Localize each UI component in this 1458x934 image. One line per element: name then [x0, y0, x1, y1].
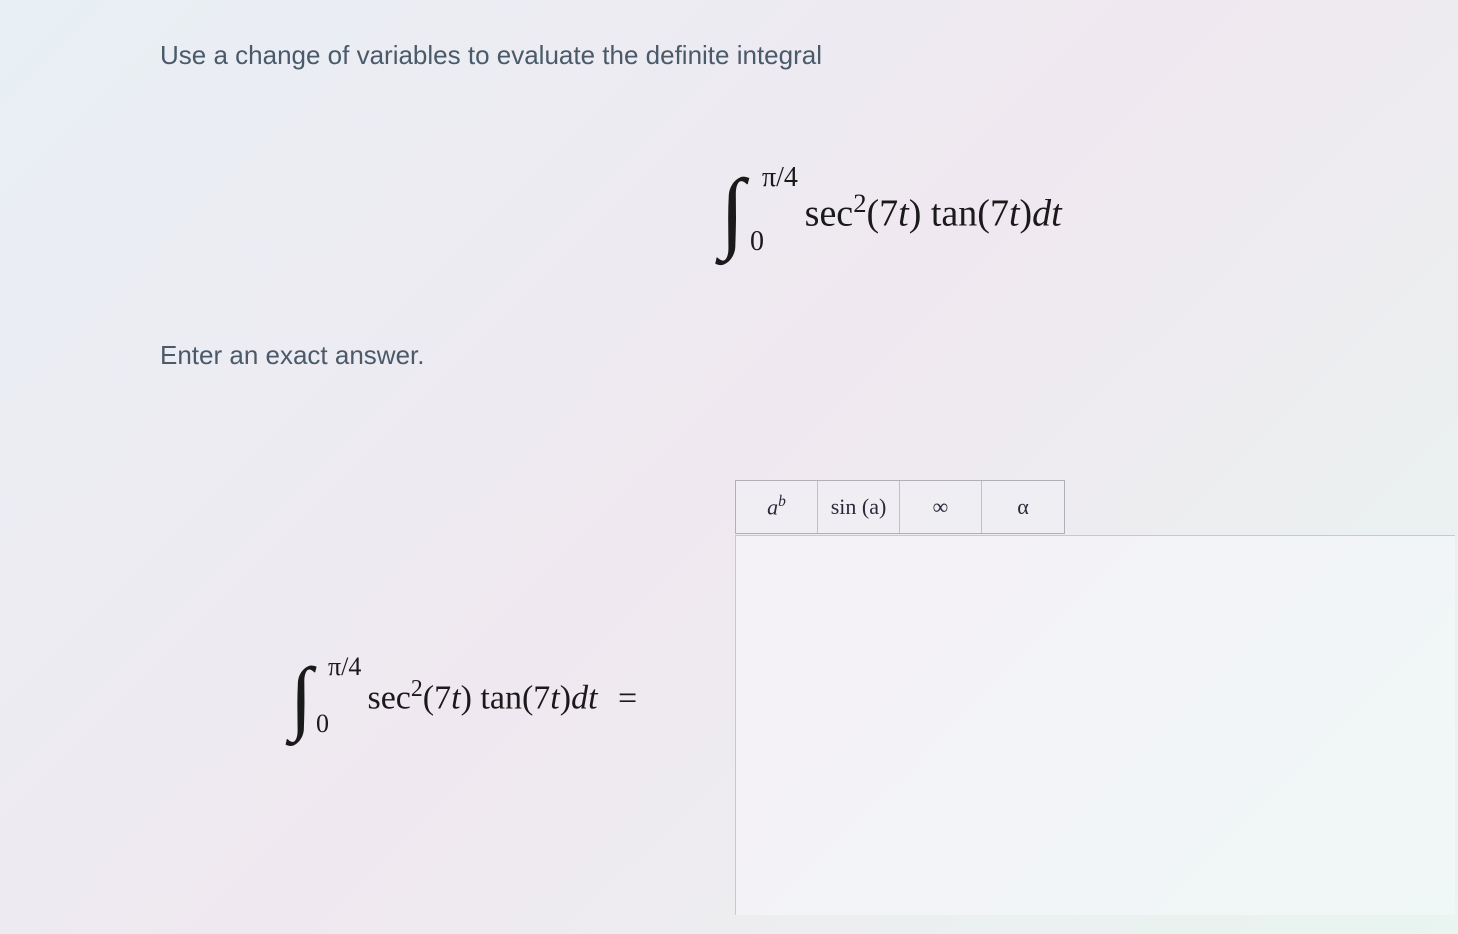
upper-limit: π/4	[762, 162, 798, 194]
instruction-text: Enter an exact answer.	[160, 340, 424, 371]
trig-function-button[interactable]: sin (a)	[818, 481, 900, 533]
integrand-expression: sec2(7t) tan(7t)dt	[805, 188, 1062, 236]
answer-integral-sign-icon: ∫ π/4 0	[290, 650, 312, 744]
lower-limit: 0	[750, 226, 764, 258]
greek-alpha-button[interactable]: α	[982, 481, 1064, 533]
exponent-button[interactable]: ab	[736, 481, 818, 533]
integral-sign-icon: ∫ π/4 0	[720, 160, 745, 263]
answer-input-area[interactable]	[735, 535, 1455, 915]
equals-sign: =	[618, 680, 637, 717]
answer-lower-limit: 0	[316, 709, 329, 739]
main-integral-display: ∫ π/4 0 sec2(7t) tan(7t)dt	[720, 160, 1062, 263]
question-prompt: Use a change of variables to evaluate th…	[160, 40, 822, 71]
answer-integrand-expression: sec2(7t) tan(7t)dt =	[367, 676, 637, 717]
answer-prompt-expression: ∫ π/4 0 sec2(7t) tan(7t)dt =	[290, 650, 637, 744]
infinity-button[interactable]: ∞	[900, 481, 982, 533]
answer-upper-limit: π/4	[328, 652, 361, 682]
math-input-toolbar: ab sin (a) ∞ α	[735, 480, 1065, 534]
